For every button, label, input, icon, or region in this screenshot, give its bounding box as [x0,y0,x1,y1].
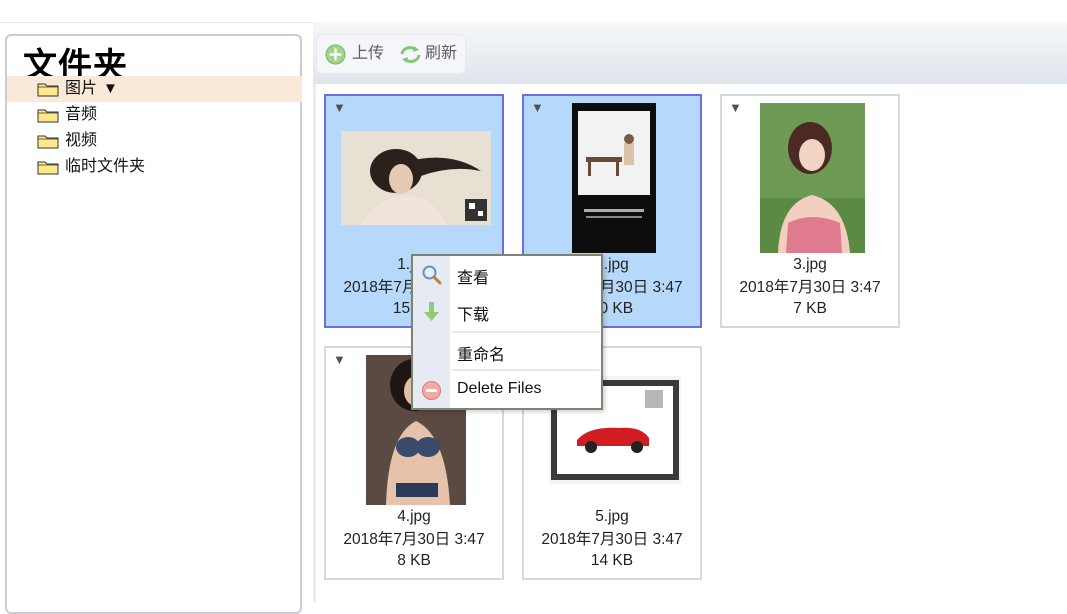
file-name: 4.jpg [397,508,431,525]
image-thumbnail [760,103,865,253]
menu-item-view[interactable]: 查看 [413,256,601,292]
image-thumbnail [341,131,491,225]
top-strip [0,0,1067,23]
file-menu-icon[interactable]: ▼ [333,100,346,115]
file-date: 2018年7月30日 3:47 [739,279,881,296]
refresh-label: 刷新 [425,45,458,62]
toolbar: 上传 刷新 [316,34,466,74]
context-menu: 查看 下载 重命名 Delete Files [411,254,603,410]
menu-item-label: 下载 [457,307,490,324]
sidebar-item-audio[interactable]: 音频 [7,102,302,128]
upload-label: 上传 [352,45,385,62]
dropdown-caret-icon[interactable]: ▼ [103,80,118,97]
sidebar-item-pictures[interactable]: 图片 ▼ [7,76,302,102]
sidebar-item-label: 音频 [65,106,98,123]
magnifier-icon [422,265,442,285]
folder-icon [37,109,59,123]
menu-item-download[interactable]: 下载 [413,293,601,329]
folder-icon [37,83,59,97]
toolbar-band: 上传 刷新 [313,22,1067,84]
file-menu-icon[interactable]: ▼ [531,100,544,115]
add-circle-icon [325,44,346,65]
sidebar-item-temp-folder[interactable]: 临时文件夹 [7,154,302,180]
menu-item-delete-files[interactable]: Delete Files [413,372,601,408]
file-size: 14 KB [590,552,634,569]
delete-icon [422,381,441,400]
file-menu-icon[interactable]: ▼ [333,352,346,367]
file-date: 2018年7月30日 3:47 [541,531,683,548]
file-size: 8 KB [397,552,431,569]
file-date: 2018年7月30日 3:47 [343,531,485,548]
menu-item-label: 查看 [457,270,490,287]
sidebar-item-label: 临时文件夹 [65,158,146,175]
sidebar-item-video[interactable]: 视频 [7,128,302,154]
sidebar-item-label: 视频 [65,132,98,149]
file-name: 5.jpg [595,508,629,525]
menu-item-label: 重命名 [457,347,506,364]
image-thumbnail [572,103,656,253]
file-size: 7 KB [793,300,827,317]
folder-icon [37,161,59,175]
folder-sidebar: 文件夹 图片 ▼ 音频 视频 临时文件夹 [5,34,302,614]
menu-separator [452,369,600,371]
file-tile-3[interactable]: ▼ 3.jpg 2018年7月30日 3:47 7 KB [720,94,900,328]
menu-item-label: Delete Files [457,380,542,397]
download-arrow-icon [424,302,439,321]
refresh-icon [400,46,421,63]
folder-tree: 图片 ▼ 音频 视频 临时文件夹 [7,76,302,180]
folder-icon [37,135,59,149]
menu-item-rename[interactable]: 重命名 [413,333,601,369]
file-menu-icon[interactable]: ▼ [729,100,742,115]
file-name: 3.jpg [793,256,827,273]
sidebar-item-label: 图片 [65,80,98,97]
